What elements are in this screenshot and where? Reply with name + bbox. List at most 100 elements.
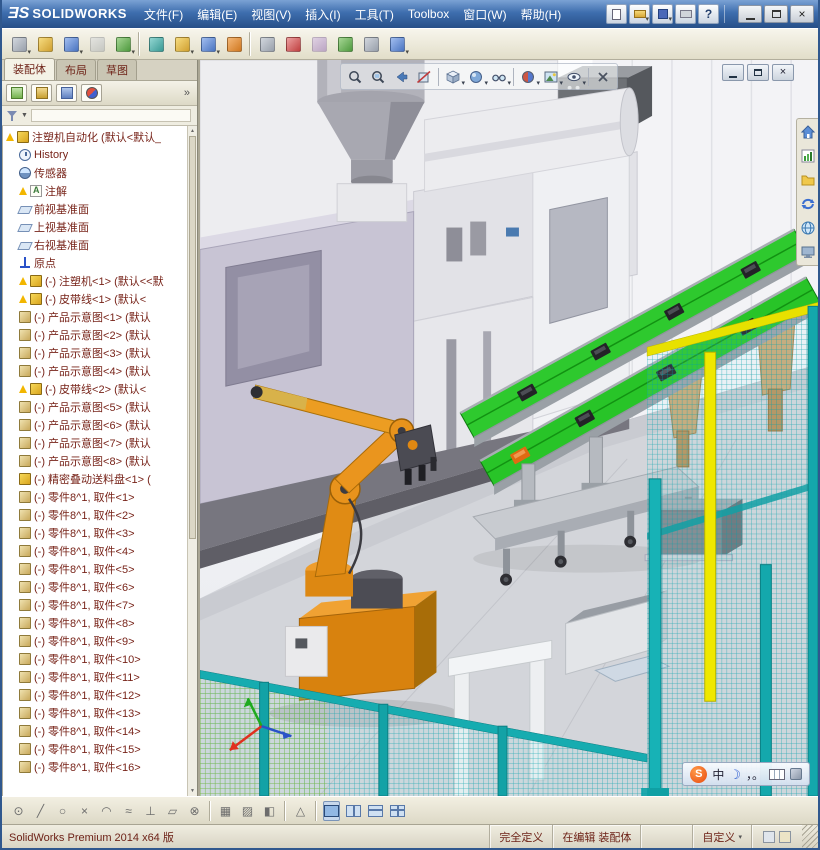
command-tab[interactable]: 布局	[56, 59, 96, 80]
show-hidden-components-icon[interactable]	[144, 32, 168, 56]
explode-line-sketch-icon[interactable]	[307, 32, 331, 56]
menu-item[interactable]: 编辑(E)	[190, 2, 244, 27]
zoom-fit-icon[interactable]	[344, 65, 366, 88]
assembly-3d-scene[interactable]	[200, 60, 818, 796]
open-document-icon[interactable]	[629, 4, 650, 24]
status-doc-icon[interactable]	[763, 830, 775, 843]
tree-item[interactable]: (-) 零件8^1, 取件<12>	[3, 686, 197, 704]
tree-item[interactable]: History	[3, 146, 197, 164]
doc-minimize-button[interactable]	[722, 64, 744, 81]
safety-fence-right[interactable]	[641, 302, 818, 796]
assembly-features-icon[interactable]	[170, 32, 194, 56]
scroll-up-icon[interactable]	[188, 126, 197, 136]
graphics-viewport[interactable]: × S 中 ☽ ，。	[200, 60, 818, 796]
new-motion-study-icon[interactable]	[222, 32, 246, 56]
forum-icon[interactable]	[800, 196, 816, 212]
ime-punct-indicator[interactable]: ，。	[746, 766, 764, 783]
display-style-icon[interactable]	[465, 65, 488, 88]
ime-keyboard-icon[interactable]	[769, 768, 785, 780]
resize-grip[interactable]	[802, 825, 818, 848]
single-view-icon[interactable]	[323, 800, 340, 821]
move-component-icon[interactable]	[111, 32, 135, 56]
apply-scene-icon[interactable]	[540, 65, 563, 88]
new-document-icon[interactable]	[606, 4, 627, 24]
clearance-verification-icon[interactable]	[359, 32, 383, 56]
toolbar-separator[interactable]	[248, 32, 253, 56]
status-tag-icon[interactable]	[779, 830, 791, 843]
snap-intersection-icon[interactable]: ×	[76, 801, 93, 821]
ime-lang-indicator[interactable]: 中	[712, 766, 724, 783]
previous-view-icon[interactable]	[390, 65, 412, 88]
help-icon[interactable]: ?	[698, 4, 719, 24]
custom-dropdown[interactable]: 自定义 ▾	[692, 825, 751, 848]
section-view-icon[interactable]	[413, 65, 435, 88]
menu-item[interactable]: 工具(T)	[348, 2, 401, 27]
tree-item[interactable]: (-) 精密叠动送料盘<1> (	[3, 470, 197, 488]
tree-scrollbar[interactable]	[187, 126, 197, 796]
toolbar-separator[interactable]	[314, 800, 318, 821]
tree-item[interactable]: (-) 产品示意图<1> (默认	[3, 308, 197, 326]
shaded-sketch-icon[interactable]: ◧	[261, 801, 278, 821]
tree-item[interactable]: (-) 零件8^1, 取件<5>	[3, 560, 197, 578]
mate-icon[interactable]	[33, 32, 57, 56]
tree-item[interactable]: (-) 零件8^1, 取件<8>	[3, 614, 197, 632]
panel-overflow-chevron[interactable]: »	[184, 87, 193, 99]
tree-item[interactable]: (-) 产品示意图<6> (默认	[3, 416, 197, 434]
snap-circle-icon[interactable]: ○	[54, 801, 71, 821]
two-view-horizontal-icon[interactable]	[345, 801, 362, 821]
close-popup-icon[interactable]	[592, 65, 614, 88]
tree-item[interactable]: 右视基准面	[3, 236, 197, 254]
maximize-button[interactable]	[764, 5, 788, 23]
tree-item[interactable]: (-) 零件8^1, 取件<14>	[3, 722, 197, 740]
snap-parallel-icon[interactable]: ▱	[164, 801, 181, 821]
tree-item[interactable]: (-) 零件8^1, 取件<6>	[3, 578, 197, 596]
reference-geometry-icon[interactable]	[196, 32, 220, 56]
displaymanager-tab-icon[interactable]	[81, 84, 102, 102]
exploded-view-icon[interactable]	[281, 32, 305, 56]
print-icon[interactable]	[675, 4, 696, 24]
tree-item[interactable]: (-) 零件8^1, 取件<1>	[3, 488, 197, 506]
snap-line-icon[interactable]: ╱	[32, 801, 49, 821]
tree-item[interactable]: (-) 皮带线<1> (默认<	[3, 290, 197, 308]
tree-item[interactable]: (-) 零件8^1, 取件<11>	[3, 668, 197, 686]
propertymanager-tab-icon[interactable]	[31, 84, 52, 102]
toolbar-separator[interactable]	[208, 800, 212, 821]
filter-icon[interactable]	[6, 110, 18, 122]
tree-item[interactable]: 上视基准面	[3, 218, 197, 236]
filter-dropdown-caret[interactable]: ▼	[21, 112, 28, 119]
snap-tangent-icon[interactable]: ≈	[120, 801, 137, 821]
tree-item[interactable]: 原点	[3, 254, 197, 272]
tree-item[interactable]: (-) 零件8^1, 取件<15>	[3, 740, 197, 758]
tree-item[interactable]: (-) 产品示意图<8> (默认	[3, 452, 197, 470]
tree-item[interactable]: 前视基准面	[3, 200, 197, 218]
tree-item[interactable]: (-) 零件8^1, 取件<7>	[3, 596, 197, 614]
edit-appearance-icon[interactable]	[517, 65, 540, 88]
doc-restore-button[interactable]	[747, 64, 769, 81]
tree-item[interactable]: (-) 零件8^1, 取件<4>	[3, 542, 197, 560]
smart-fasteners-icon[interactable]	[85, 32, 109, 56]
tree-item[interactable]: (-) 产品示意图<7> (默认	[3, 434, 197, 452]
scrollbar-thumb[interactable]	[189, 136, 196, 539]
view-settings-icon[interactable]	[563, 65, 586, 88]
menu-item[interactable]: 视图(V)	[244, 2, 298, 27]
grid-settings-icon[interactable]: ▦	[217, 801, 234, 821]
tree-item[interactable]: 传感器	[3, 164, 197, 182]
scroll-down-icon[interactable]	[188, 786, 197, 796]
hide-show-items-icon[interactable]	[488, 65, 511, 88]
save-icon[interactable]	[652, 4, 673, 24]
scrollbar-track[interactable]	[188, 136, 197, 786]
tree-item[interactable]: (-) 零件8^1, 取件<3>	[3, 524, 197, 542]
tree-item[interactable]: (-) 零件8^1, 取件<10>	[3, 650, 197, 668]
command-tab[interactable]: 草图	[97, 59, 137, 80]
custom-properties-icon[interactable]	[800, 244, 816, 260]
doc-close-button[interactable]: ×	[772, 64, 794, 81]
design-library-icon[interactable]	[800, 148, 816, 164]
ime-moon-icon[interactable]: ☽	[729, 768, 741, 781]
tree-item[interactable]: (-) 零件8^1, 取件<13>	[3, 704, 197, 722]
tree-item[interactable]: (-) 零件8^1, 取件<9>	[3, 632, 197, 650]
featuremanager-tab-icon[interactable]	[6, 84, 27, 102]
draft-quality-icon[interactable]: △	[292, 801, 309, 821]
configurationmanager-tab-icon[interactable]	[56, 84, 77, 102]
four-view-icon[interactable]	[389, 801, 406, 821]
menu-item[interactable]: 插入(I)	[298, 2, 347, 27]
